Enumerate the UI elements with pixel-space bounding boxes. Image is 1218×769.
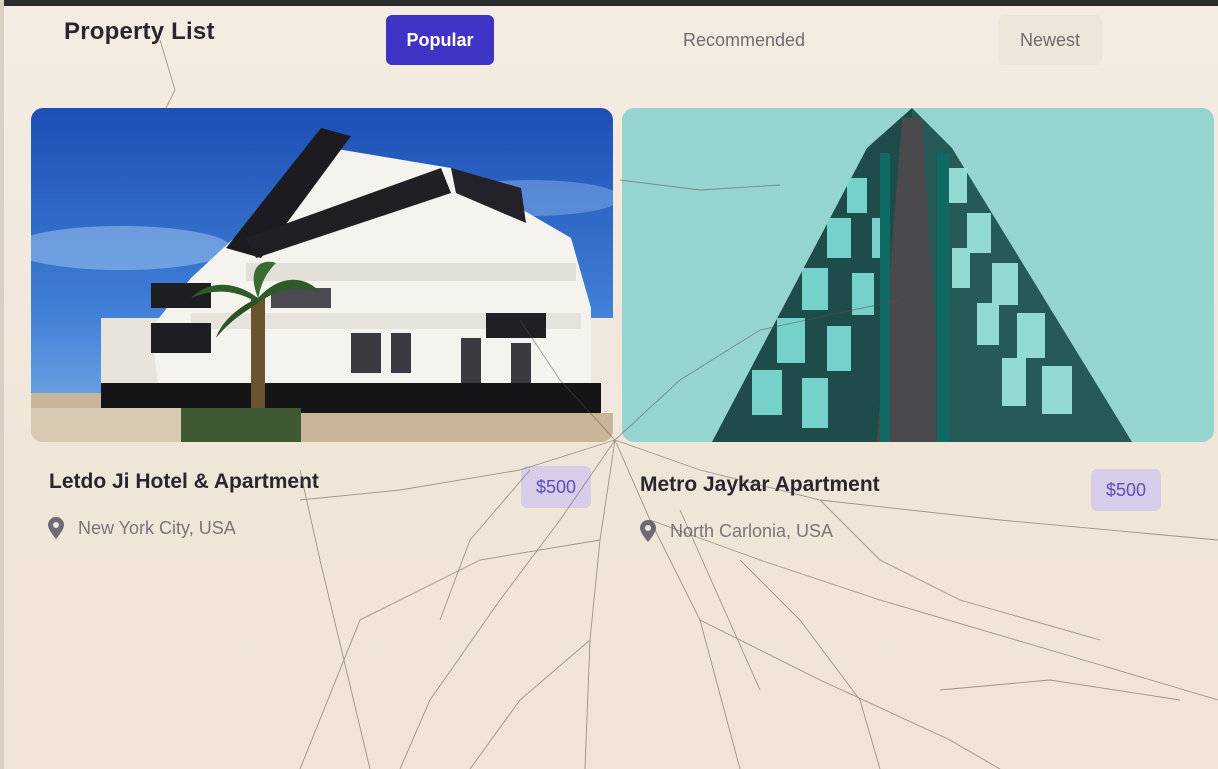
property-location: North Carlonia, USA — [640, 520, 833, 542]
location-pin-icon — [640, 520, 656, 542]
property-photo-glass-tower — [622, 108, 1214, 442]
property-photo-white-building — [31, 108, 613, 442]
tab-popular[interactable]: Popular — [386, 15, 494, 65]
property-location: New York City, USA — [48, 517, 236, 539]
app-screen: Property List Popular Recommended Newest — [0, 0, 1218, 769]
device-bezel-edge — [0, 0, 4, 769]
property-image-metro-jaykar[interactable] — [622, 108, 1214, 442]
price-badge: $500 — [1091, 469, 1161, 511]
location-text: North Carlonia, USA — [670, 520, 834, 541]
location-pin-icon — [48, 517, 64, 539]
property-title[interactable]: Letdo Ji Hotel & Apartment — [49, 470, 319, 494]
property-image-letdo-ji[interactable] — [31, 108, 613, 442]
property-title[interactable]: Metro Jaykar Apartment — [640, 473, 880, 497]
price-badge: $500 — [521, 466, 591, 508]
filter-tabs: Popular Recommended Newest — [0, 0, 1218, 80]
tab-newest[interactable]: Newest — [998, 15, 1102, 65]
tab-recommended[interactable]: Recommended — [664, 15, 824, 65]
location-text: New York City, USA — [78, 517, 236, 538]
